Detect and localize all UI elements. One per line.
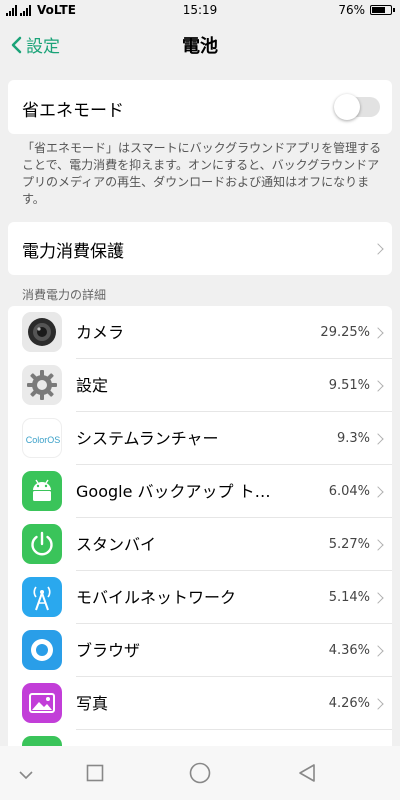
app-percent: 4.36% — [328, 643, 370, 658]
app-percent: 6.04% — [328, 484, 370, 499]
app-percent: 9.51% — [328, 378, 370, 393]
chevron-right-icon — [372, 327, 384, 339]
back-triangle-icon[interactable] — [297, 763, 317, 787]
coloros-logo-icon: ColorOS — [22, 418, 62, 458]
chevron-right-icon — [372, 380, 384, 392]
app-percent: 29.25% — [320, 325, 370, 340]
section-header: 消費電力の詳細 — [22, 288, 107, 302]
list-item-partial[interactable] — [8, 730, 392, 746]
recents-square-icon[interactable] — [86, 764, 104, 786]
app-name: カメラ — [76, 323, 125, 342]
chevron-right-icon — [372, 539, 384, 551]
app-name: Google バックアップ ト… — [76, 482, 271, 501]
list-item-browser[interactable]: ブラウザ 4.36% — [8, 624, 392, 677]
toggle-knob — [334, 94, 360, 120]
browser-icon — [22, 630, 62, 670]
list-item-mobile-network[interactable]: モバイルネットワーク 5.14% — [8, 571, 392, 624]
list-item-launcher[interactable]: ColorOS システムランチャー 9.3% — [8, 412, 392, 465]
chevron-right-icon — [372, 486, 384, 498]
power-saving-card: 省エネモード — [8, 80, 392, 134]
camera-icon — [22, 312, 62, 352]
battery-percent: 76% — [338, 3, 365, 17]
coloros-logo-text: ColorOS — [26, 435, 61, 445]
app-percent: 5.14% — [328, 590, 370, 605]
power-usage-list: カメラ 29.25% 設定 9.51% ColorOS システムランチャー 9.… — [8, 306, 392, 746]
antenna-icon — [22, 577, 62, 617]
android-icon — [22, 471, 62, 511]
page-title: 電池 — [182, 36, 218, 57]
app-name: 設定 — [76, 376, 109, 395]
app-name: システムランチャー — [76, 429, 219, 448]
power-protection-row[interactable]: 電力消費保護 — [8, 222, 392, 275]
chevron-right-icon — [372, 433, 384, 445]
app-percent: 9.3% — [336, 431, 370, 446]
chevron-right-icon — [372, 243, 384, 255]
list-item-photos[interactable]: 写真 4.26% — [8, 677, 392, 730]
list-item-google-backup[interactable]: Google バックアップ ト… 6.04% — [8, 465, 392, 518]
power-protection-label: 電力消費保護 — [22, 242, 124, 262]
list-item-standby[interactable]: スタンバイ 5.27% — [8, 518, 392, 571]
power-saving-toggle[interactable] — [334, 94, 380, 120]
power-icon — [22, 524, 62, 564]
app-name: モバイルネットワーク — [76, 588, 237, 607]
power-saving-label: 省エネモード — [22, 101, 124, 121]
system-navigation-bar — [0, 746, 400, 800]
photos-icon — [22, 683, 62, 723]
chevron-down-icon[interactable] — [18, 766, 34, 785]
chevron-right-icon — [372, 592, 384, 604]
battery-icon — [370, 5, 395, 15]
app-percent: 5.27% — [328, 537, 370, 552]
power-saving-description: 「省エネモード」はスマートにバックグラウンドアプリを管理することで、電力消費を抑… — [22, 141, 382, 206]
settings-gear-icon — [22, 365, 62, 405]
app-percent: 4.26% — [328, 696, 370, 711]
app-icon — [22, 736, 62, 746]
battery-fill — [372, 7, 385, 13]
navigation-bar: 設定 電池 — [0, 22, 400, 66]
home-circle-icon[interactable] — [189, 762, 211, 788]
chevron-right-icon — [372, 698, 384, 710]
status-bar: VoLTE 15:19 76% — [0, 0, 400, 22]
app-name: 写真 — [76, 694, 109, 713]
list-item-camera[interactable]: カメラ 29.25% — [8, 306, 392, 359]
chevron-right-icon — [372, 645, 384, 657]
list-item-settings[interactable]: 設定 9.51% — [8, 359, 392, 412]
battery-indicator: 76% — [338, 3, 395, 17]
app-name: ブラウザ — [76, 641, 141, 660]
app-name: スタンバイ — [76, 535, 157, 554]
